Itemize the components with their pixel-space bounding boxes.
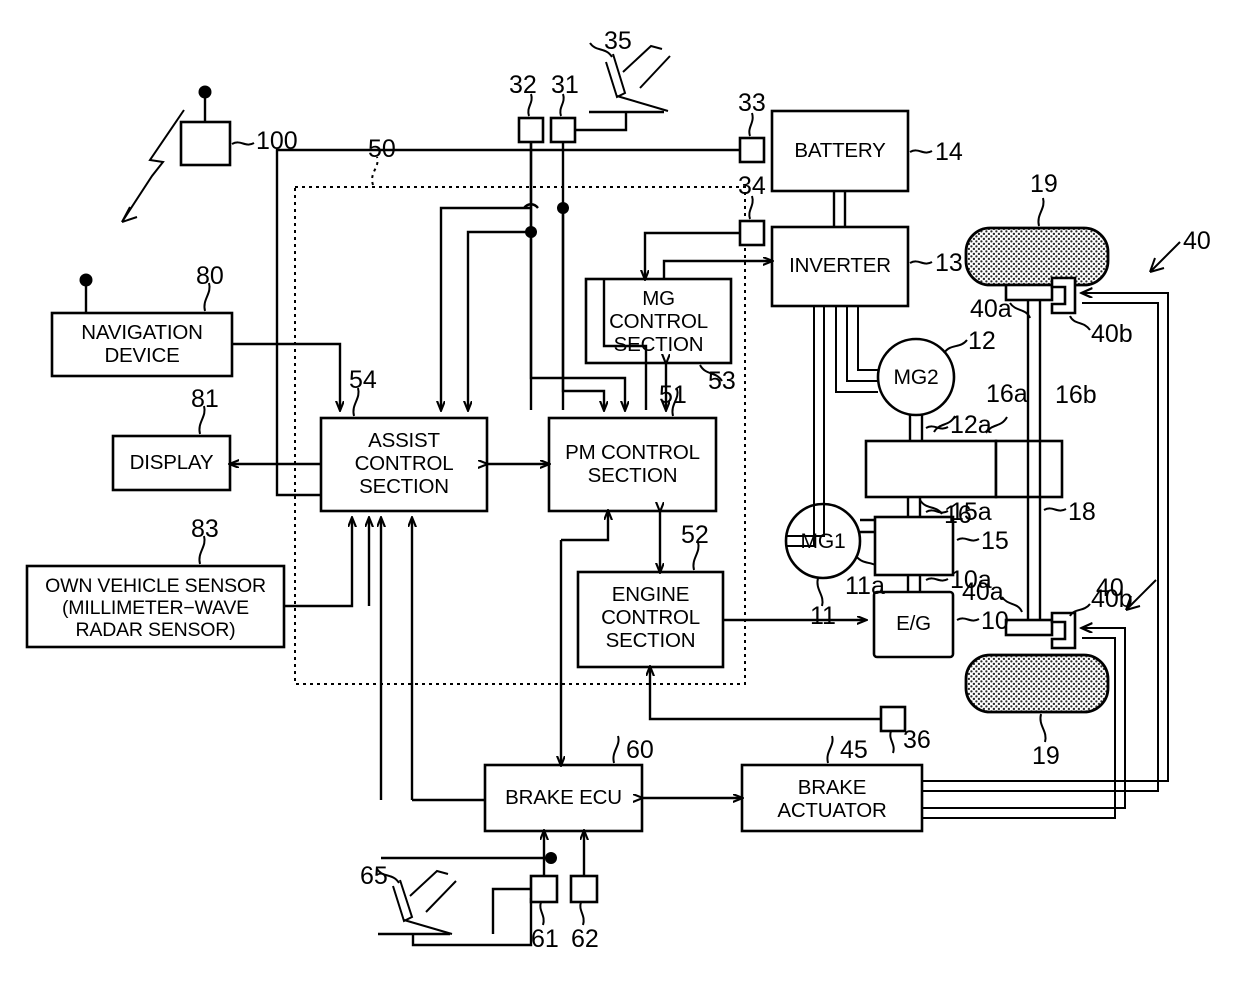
ref-12a: 12a [950,411,992,439]
ref-13: 13 [935,249,963,277]
ref-34: 34 [738,172,766,200]
ref-83: 83 [191,515,219,543]
sensor-31 [549,93,577,144]
ref-12: 12 [968,327,996,355]
ref-60: 60 [626,736,654,764]
mg1-label: MG1 [800,530,846,553]
own-vehicle-sensor-label: OWN VEHICLE SENSOR (MILLIMETER−WAVE RADAR … [45,575,266,641]
brake-ecu-block [483,735,644,833]
pm-control-section-label: PM CONTROL SECTION [565,441,700,487]
brake-unit-bottom-40 [1001,579,1157,650]
ref-45: 45 [840,736,868,764]
mg-control-section-label: MG CONTROL SECTION [609,287,708,356]
ref-65: 65 [360,862,388,890]
link-pedal35-sensor31 [575,112,628,132]
ref-31: 31 [551,71,579,99]
display-block [111,405,232,492]
ref-16a: 16a [986,380,1028,408]
ref-40a-top: 40a [970,295,1012,323]
patent-figure-canvas: NAVIGATION DEVICE DISPLAY OWN VEHICLE SEN… [0,0,1240,983]
sensor-36 [879,705,907,754]
ref-40a-bottom: 40a [962,578,1004,606]
ref-16b: 16b [1055,381,1097,409]
wireless-signal-arrow [121,109,185,223]
wheel-top-19 [964,197,1110,287]
ref-19-bottom: 19 [1032,742,1060,770]
ref-16: 16 [944,501,972,529]
ref-32: 32 [509,71,537,99]
link-nav-assist [232,342,340,410]
ref-80: 80 [196,262,224,290]
brake-pedal-65 [376,868,457,936]
ref-40b-top: 40b [1091,320,1133,348]
ref-10: 10 [981,607,1009,635]
battery-inverter-bus [832,191,847,227]
ref-40-top: 40 [1183,227,1211,255]
branch-to-assist-2 [468,230,531,410]
ref-19-top: 19 [1030,170,1058,198]
sensor-34 [738,195,766,247]
ref-51: 51 [659,381,687,409]
navigation-device-label: NAVIGATION DEVICE [81,321,203,367]
antenna-unit-100 [179,85,255,167]
sensor-62 [569,874,599,926]
link-sensor36-enginectrl [650,667,881,721]
ref-62: 62 [571,925,599,953]
link-pedal65-sensor61b [491,887,531,934]
mg2-label: MG2 [893,366,939,389]
ref-54: 54 [349,366,377,394]
ref-11a: 11a [845,572,885,600]
link-pedal65-sensor61 [411,898,533,947]
ref-61: 61 [531,925,559,953]
brake-actuator-label: BRAKE ACTUATOR [777,776,887,822]
brake-ecu-label: BRAKE ECU [505,786,622,809]
ref-14: 14 [935,138,963,166]
ref-35: 35 [604,27,632,55]
ref-11: 11 [810,602,836,630]
sensor-33 [738,112,766,164]
ref-36: 36 [903,726,931,754]
engine-control-section-label: ENGINE CONTROL SECTION [601,583,700,652]
ref-15: 15 [981,527,1009,555]
ref-50: 50 [368,135,396,163]
ref-100: 100 [256,127,298,155]
link-mgcontrol-inverter [662,261,772,279]
ref-53: 53 [708,367,736,395]
display-label: DISPLAY [129,451,214,474]
engine-eg-label: E/G [896,612,931,635]
ref-81: 81 [191,385,219,413]
assist-control-section-label: ASSIST CONTROL SECTION [354,429,454,498]
diagram-svg [25,42,1181,947]
sensor-61 [529,874,559,926]
ref-40b-bottom: 40b [1091,585,1133,613]
sensor-32 [517,93,545,144]
branch-to-assist-1 [441,206,531,410]
wheel-bottom-19 [964,653,1110,743]
ref-33: 33 [738,89,766,117]
link-path-to-pm [561,511,608,542]
battery-label: BATTERY [794,139,886,162]
ref-52: 52 [681,521,709,549]
ref-18: 18 [1068,498,1096,526]
inverter-label: INVERTER [789,254,891,277]
link-sensor34-mgcontrol [645,231,740,279]
mg2-shaft-12a [908,415,949,441]
